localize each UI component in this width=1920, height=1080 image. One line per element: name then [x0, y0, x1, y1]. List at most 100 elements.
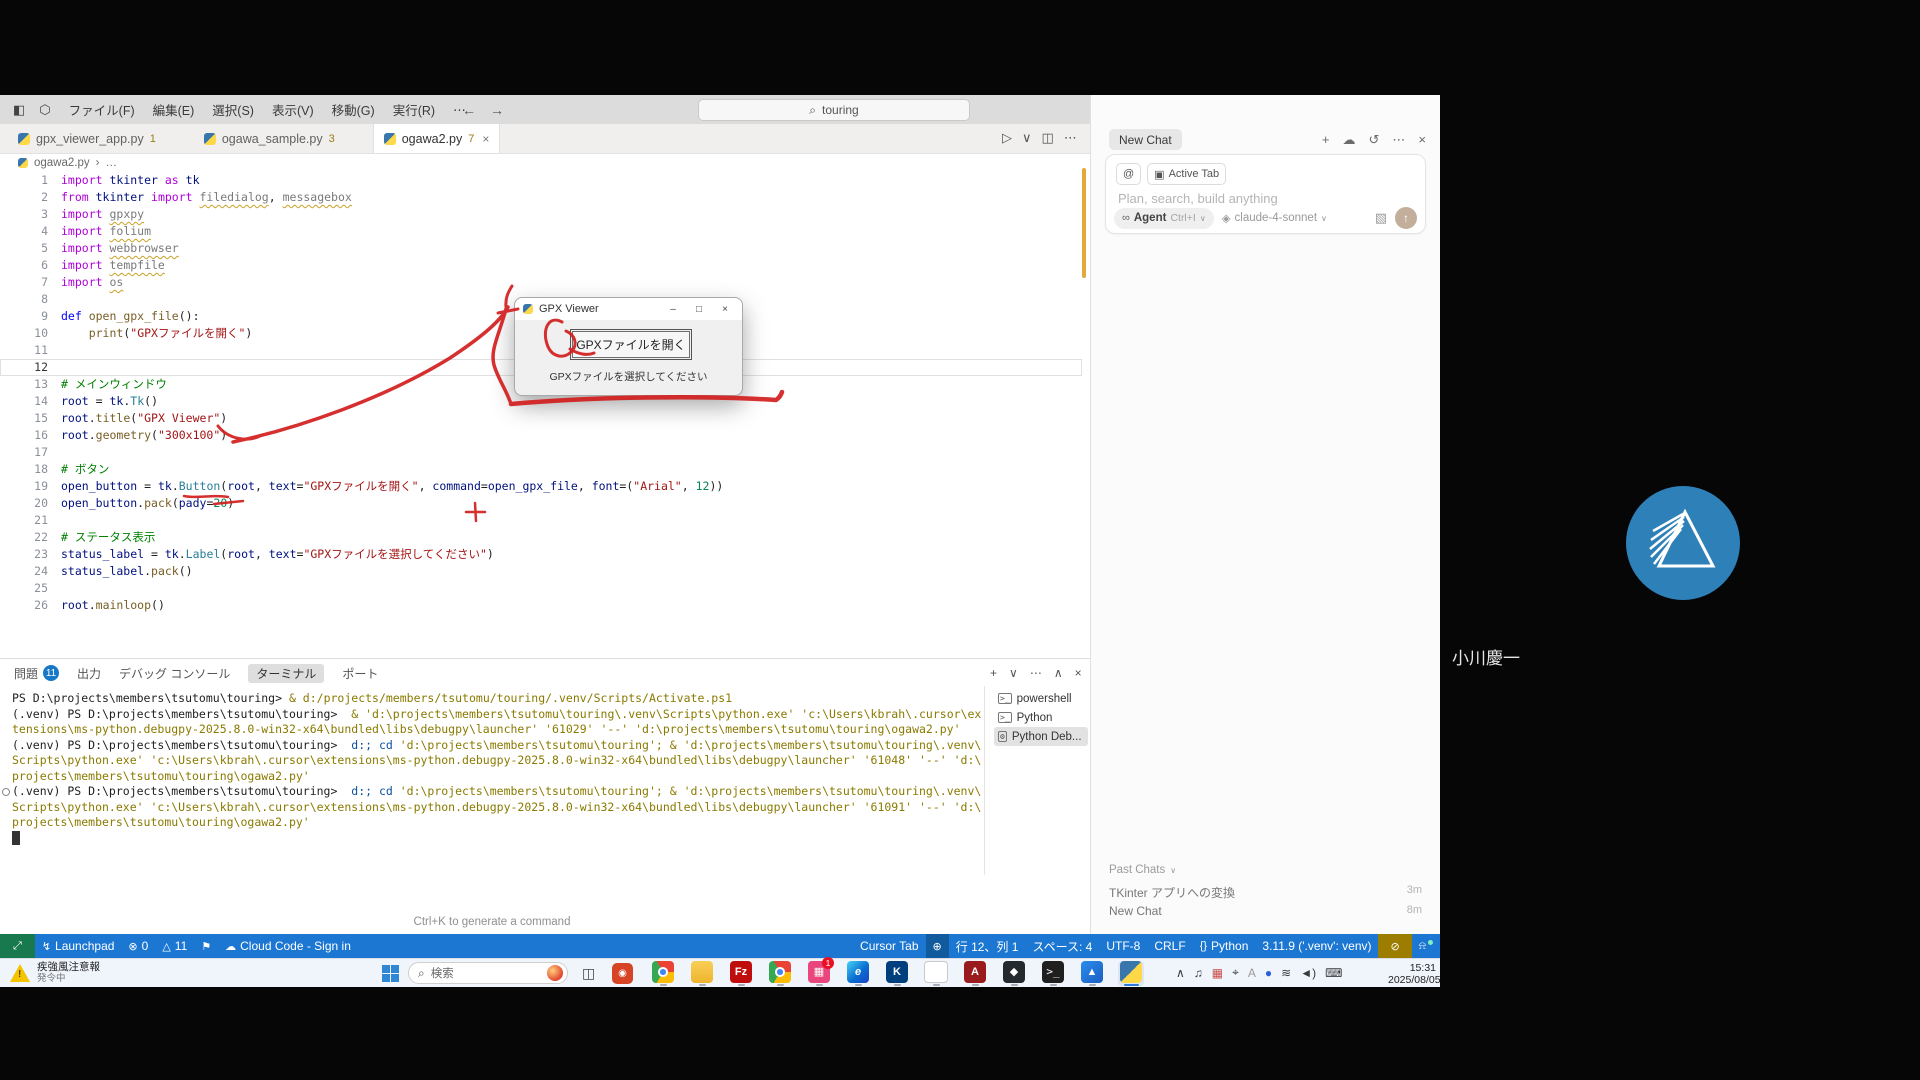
new-terminal-button[interactable]: +	[990, 666, 997, 680]
history-icon[interactable]: ↺	[1369, 132, 1380, 148]
breadcrumb[interactable]: ogawa2.py › …	[18, 153, 117, 172]
agent-icon: ∞	[1122, 212, 1130, 224]
eol-item[interactable]: CRLF	[1147, 934, 1192, 958]
agent-mode-pill[interactable]: ∞ Agent Ctrl+I ∨	[1114, 208, 1214, 229]
warnings-item[interactable]: △11	[155, 934, 194, 958]
code-text: import webbrowser	[61, 240, 179, 257]
editor-tab-ogawa_sample.py[interactable]: ogawa_sample.py3	[194, 124, 345, 153]
editor-more-actions[interactable]: ⋯	[1064, 130, 1077, 146]
tray-copilot-icon[interactable]: ●	[1265, 966, 1272, 980]
cursor-position-item[interactable]: 行 12、列 1	[949, 934, 1026, 958]
send-button[interactable]: ↑	[1395, 207, 1417, 229]
mention-chip[interactable]: @	[1116, 163, 1141, 185]
cursor-tab-item[interactable]: Cursor Tab	[853, 934, 925, 958]
language-item[interactable]: {}Python	[1193, 934, 1256, 958]
cloud-code-item[interactable]: ☁Cloud Code - Sign in	[218, 934, 358, 958]
breadcrumb-file[interactable]: ogawa2.py	[34, 157, 90, 169]
screencast-zoom-chip[interactable]: ⊕	[926, 934, 949, 958]
chat-tab-new-chat[interactable]: New Chat	[1109, 129, 1182, 150]
acrobat-icon[interactable]: A	[962, 961, 988, 986]
remote-indicator[interactable]: ⤢	[0, 934, 35, 958]
model-selector[interactable]: ◈ claude-4-sonnet ∨	[1222, 211, 1327, 225]
browser-icon[interactable]	[767, 961, 793, 986]
notifications-bell-icon[interactable]: ⍾	[1412, 934, 1440, 958]
tray-ime-a-icon[interactable]: A	[1248, 966, 1256, 980]
tray-grid-icon[interactable]: ▦	[1212, 966, 1223, 980]
search-highlight-image[interactable]	[547, 965, 563, 981]
close-panel-button[interactable]: ×	[1075, 666, 1082, 680]
run-python-file-button[interactable]: ▷	[1002, 130, 1012, 146]
terminal-dropdown-icon[interactable]: ∨	[1009, 666, 1018, 680]
file-explorer-icon[interactable]	[689, 961, 715, 986]
launchpad-item[interactable]: ↯Launchpad	[35, 934, 122, 958]
menu-item-4[interactable]: 移動(G)	[323, 95, 384, 124]
nav-forward-icon[interactable]: →	[490, 102, 504, 118]
tray-mic-icon[interactable]: ⌖	[1232, 965, 1239, 980]
chat-input-placeholder[interactable]: Plan, search, build anything	[1118, 191, 1278, 206]
github-desktop-icon[interactable]: ◆	[1001, 961, 1027, 986]
panel-more-actions[interactable]: ⋯	[1030, 666, 1042, 680]
nav-back-icon[interactable]: ←	[462, 102, 476, 118]
cloud-icon[interactable]: ☁	[1343, 132, 1356, 148]
m365-icon[interactable]: ▦1	[806, 961, 832, 986]
terminal-output[interactable]: PS D:\projects\members\tsutomu\touring> …	[12, 659, 978, 935]
do-not-disturb-chip[interactable]: ⊘	[1378, 934, 1411, 958]
command-center-search[interactable]: ⌕ touring	[698, 99, 970, 121]
filezilla-icon[interactable]: Fz	[728, 961, 754, 986]
windows-start-button[interactable]	[382, 965, 399, 982]
gpx-viewer-window[interactable]: GPX Viewer –□× GPXファイルを開く GPXファイルを選択してくだ…	[514, 297, 743, 396]
terminal-entry-Python Deb...[interactable]: ⚙Python Deb...	[994, 727, 1088, 746]
menu-item-2[interactable]: 選択(S)	[203, 95, 263, 124]
gpx-open-file-button[interactable]: GPXファイルを開く	[572, 331, 690, 358]
flag-icon[interactable]: ⚑	[194, 934, 218, 958]
split-editor-icon[interactable]: ◫	[1042, 130, 1054, 146]
active-tab-context-chip[interactable]: ▣ Active Tab	[1147, 163, 1226, 185]
keepass-icon[interactable]: K	[884, 961, 910, 986]
edge-icon[interactable]: e	[845, 961, 871, 986]
new-chat-button[interactable]: +	[1322, 132, 1330, 147]
past-chats-header[interactable]: Past Chats ∨	[1109, 864, 1176, 876]
tray-media-icon[interactable]: ♫	[1194, 966, 1203, 980]
maximize-panel-button[interactable]: ∧	[1054, 666, 1063, 680]
tray-wifi-icon[interactable]: ≋	[1281, 966, 1291, 980]
tray-keyboard-icon[interactable]: ⌨	[1325, 966, 1342, 980]
taskbar-weather-widget[interactable]: ! 疾強風注意報 発令中	[10, 961, 100, 984]
tray-expand-icon[interactable]: ∧	[1176, 966, 1185, 980]
indentation-item[interactable]: スペース: 4	[1025, 934, 1099, 958]
task-view-icon[interactable]: ◫	[582, 965, 595, 982]
menu-item-3[interactable]: 表示(V)	[263, 95, 323, 124]
photos-icon[interactable]: ▲	[1079, 961, 1105, 986]
chat-more-actions[interactable]: ⋯	[1392, 132, 1405, 148]
breadcrumb-more[interactable]: …	[105, 157, 117, 169]
tab-close-icon[interactable]: ×	[482, 132, 489, 146]
run-dropdown-icon[interactable]: ∨	[1022, 130, 1032, 146]
menu-item-1[interactable]: 編集(E)	[144, 95, 204, 124]
notepad-icon[interactable]: ✎	[923, 961, 949, 986]
editor-tab-gpx_viewer_app.py[interactable]: gpx_viewer_app.py1	[8, 124, 166, 153]
past-chat-item[interactable]: New Chat8m	[1109, 904, 1422, 922]
attach-image-icon[interactable]: ▧	[1375, 210, 1387, 226]
menu-item-0[interactable]: ファイル(F)	[60, 95, 144, 124]
code-editor[interactable]: 1import tkinter as tk2from tkinter impor…	[0, 172, 1082, 658]
menu-item-5[interactable]: 実行(R)	[384, 95, 444, 124]
sidebar-toggle-icon[interactable]: ◧	[8, 102, 30, 118]
tray-volume-icon[interactable]: ◄)	[1300, 966, 1316, 980]
chat-input-card[interactable]: @ ▣ Active Tab Plan, search, build anyth…	[1105, 154, 1426, 234]
terminal-entry-powershell[interactable]: >_powershell	[994, 689, 1088, 708]
pinned-red-app-icon[interactable]: ◉	[612, 963, 633, 984]
past-chat-item[interactable]: TKinter アプリへの変換3m	[1109, 884, 1422, 902]
gpx-minimize-button[interactable]: –	[660, 298, 686, 320]
gpx-maximize-button[interactable]: □	[686, 298, 712, 320]
taskbar-clock[interactable]: 15:31 2025/08/05	[1388, 962, 1436, 986]
gpx-close-button[interactable]: ×	[712, 298, 738, 320]
python-app-icon[interactable]	[1118, 961, 1144, 986]
errors-item[interactable]: ⊗0	[121, 934, 155, 958]
editor-tab-ogawa2.py[interactable]: ogawa2.py7×	[373, 124, 501, 153]
chrome-icon[interactable]	[650, 961, 676, 986]
taskbar-search-box[interactable]: ⌕ 検索	[408, 962, 568, 984]
terminal-entry-Python[interactable]: >_Python	[994, 708, 1088, 727]
close-chat-button[interactable]: ×	[1418, 132, 1426, 147]
interpreter-item[interactable]: 3.11.9 ('.venv': venv)	[1255, 934, 1378, 958]
terminal-app-icon[interactable]: >_	[1040, 961, 1066, 986]
encoding-item[interactable]: UTF-8	[1099, 934, 1147, 958]
